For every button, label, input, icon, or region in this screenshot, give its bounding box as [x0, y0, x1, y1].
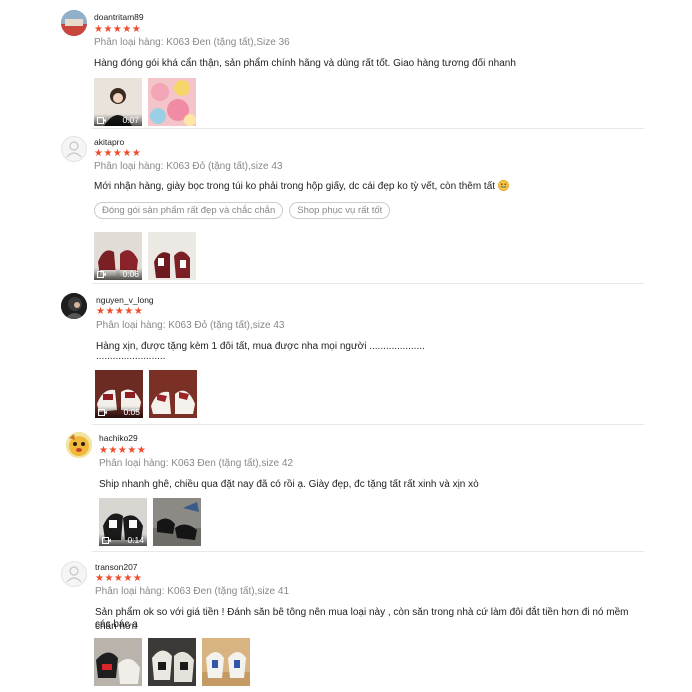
video-duration: 0:14: [127, 535, 144, 545]
video-duration: 0:07: [122, 115, 139, 125]
star-rating: ★★★★★: [96, 306, 144, 317]
review-tags: Đóng gói sản phẩm rất đẹp và chắc chắn S…: [94, 202, 391, 219]
avatar[interactable]: [61, 10, 87, 36]
video-camera-icon: [98, 409, 107, 416]
review-text-continued: các bác ạ: [95, 619, 138, 630]
photo-thumbnail: [94, 638, 142, 686]
avatar[interactable]: [61, 293, 87, 319]
video-camera-icon: [97, 117, 106, 124]
review-image[interactable]: [148, 78, 196, 126]
variant-label: Phân loại hàng: K063 Đỏ (tặng tất),size …: [96, 320, 285, 331]
variant-label: Phân loại hàng: K063 Đỏ (tặng tất),size …: [94, 161, 283, 172]
user-placeholder-icon: [66, 141, 82, 158]
avatar[interactable]: [66, 432, 92, 458]
variant-label: Phân loại hàng: K063 Đen (tặng tất),size…: [99, 458, 294, 469]
review-text: Mới nhận hàng, giày bọc trong túi ko phả…: [94, 180, 634, 194]
review-video[interactable]: 0:05: [95, 370, 143, 418]
grin-emoji-icon: [497, 180, 509, 191]
review-text: Ship nhanh ghê, chiều qua đặt nay đã có …: [99, 479, 479, 490]
photo-thumbnail: [153, 498, 201, 546]
user-placeholder-icon: [66, 566, 82, 583]
review-image[interactable]: [149, 370, 197, 418]
video-duration: 0:05: [123, 407, 140, 417]
avatar-default[interactable]: [61, 136, 87, 162]
username[interactable]: akitapro: [94, 137, 124, 147]
review-video[interactable]: 0:14: [99, 498, 147, 546]
star-rating: ★★★★★: [99, 445, 147, 456]
photo-thumbnail: [148, 78, 196, 126]
divider: [92, 424, 644, 425]
star-rating: ★★★★★: [95, 573, 143, 584]
review-image[interactable]: [148, 232, 196, 280]
variant-label: Phân loại hàng: K063 Đen (tặng tất),size…: [95, 586, 290, 597]
photo-thumbnail: [148, 638, 196, 686]
review-video[interactable]: 0:07: [94, 78, 142, 126]
star-rating: ★★★★★: [94, 148, 142, 159]
review-tag[interactable]: Đóng gói sản phẩm rất đẹp và chắc chắn: [94, 202, 284, 219]
review-image[interactable]: [153, 498, 201, 546]
review-text: Hàng đóng gói khá cẩn thận, sản phẩm chí…: [94, 58, 516, 69]
photo-thumbnail: [202, 638, 250, 686]
username[interactable]: doantritam89: [94, 12, 144, 22]
video-camera-icon: [97, 271, 106, 278]
review-image[interactable]: [148, 638, 196, 686]
divider: [92, 283, 644, 284]
variant-label: Phân loại hàng: K063 Đen (tặng tất),Size…: [94, 37, 290, 48]
username[interactable]: nguyen_v_long: [96, 295, 154, 305]
avatar-default[interactable]: [61, 561, 87, 587]
review-video[interactable]: 0:06: [94, 232, 142, 280]
star-rating: ★★★★★: [94, 24, 142, 35]
review-text-continued: .........................: [96, 351, 166, 362]
review-text-content: Mới nhận hàng, giày bọc trong túi ko phả…: [94, 181, 496, 192]
username[interactable]: hachiko29: [99, 433, 138, 443]
photo-thumbnail: [148, 232, 196, 280]
photo-thumbnail: [149, 370, 197, 418]
review-image[interactable]: [202, 638, 250, 686]
divider: [92, 551, 644, 552]
video-camera-icon: [102, 537, 111, 544]
review-tag[interactable]: Shop phục vụ rất tốt: [289, 202, 391, 219]
username[interactable]: transon207: [95, 562, 138, 572]
divider: [92, 128, 644, 129]
video-duration: 0:06: [122, 269, 139, 279]
review-image[interactable]: [94, 638, 142, 686]
